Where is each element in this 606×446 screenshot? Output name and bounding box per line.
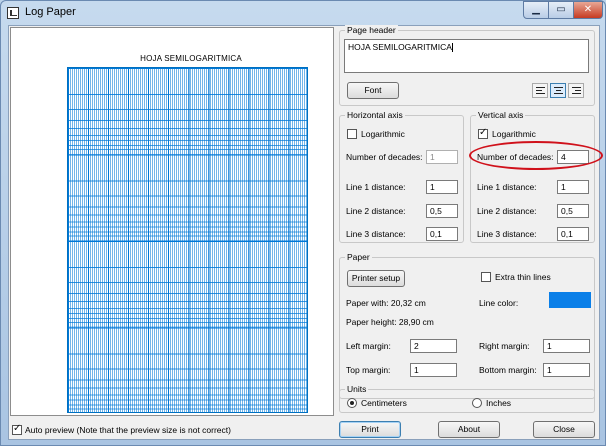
about-button[interactable]: About <box>438 421 500 438</box>
inches-radio[interactable] <box>472 398 482 408</box>
horizontal-axis-group: Horizontal axis Logarithmic Number of de… <box>339 110 464 243</box>
align-left-button[interactable] <box>532 83 548 98</box>
align-center-button[interactable] <box>550 83 566 98</box>
minimize-button[interactable]: ▁ <box>523 1 549 19</box>
auto-preview-checkbox[interactable] <box>12 423 22 435</box>
top-margin-input[interactable]: 1 <box>410 363 457 377</box>
vertical-line1-label: Line 1 distance: <box>477 182 537 192</box>
centimeters-label: Centimeters <box>361 398 407 408</box>
horizontal-line3-input[interactable]: 0,1 <box>426 227 458 241</box>
paper-height-text: Paper height: 28,90 cm <box>346 317 434 327</box>
vertical-logarithmic-label: Logarithmic <box>492 129 536 139</box>
page-header-group: Page header HOJA SEMILOGARITMICA Font <box>339 25 595 106</box>
page-header-group-title: Page header <box>345 25 398 35</box>
horizontal-decades-input[interactable]: 1 <box>426 150 458 164</box>
horizontal-line1-input[interactable]: 1 <box>426 180 458 194</box>
top-margin-label: Top margin: <box>346 365 391 375</box>
right-margin-input[interactable]: 1 <box>543 339 590 353</box>
app-icon <box>7 7 19 19</box>
horizontal-line3-label: Line 3 distance: <box>346 229 406 239</box>
horizontal-line1-label: Line 1 distance: <box>346 182 406 192</box>
units-group-title: Units <box>345 384 369 394</box>
vertical-line1-input[interactable]: 1 <box>557 180 589 194</box>
right-margin-label: Right margin: <box>479 341 530 351</box>
font-button[interactable]: Font <box>347 82 399 99</box>
horizontal-decades-label: Number of decades: <box>346 152 423 162</box>
vertical-line2-input[interactable]: 0,5 <box>557 204 589 218</box>
line-color-swatch[interactable] <box>549 292 591 308</box>
extra-thin-lines-checkbox[interactable] <box>481 272 491 282</box>
vertical-line2-label: Line 2 distance: <box>477 206 537 216</box>
vertical-line3-label: Line 3 distance: <box>477 229 537 239</box>
text-caret <box>451 43 453 53</box>
paper-group: Paper Printer setup Extra thin lines Pap… <box>339 252 595 399</box>
left-margin-input[interactable]: 2 <box>410 339 457 353</box>
bottom-margin-input[interactable]: 1 <box>543 363 590 377</box>
horizontal-logarithmic-label: Logarithmic <box>361 129 405 139</box>
bottom-margin-label: Bottom margin: <box>479 365 537 375</box>
vertical-axis-group: Vertical axis Logarithmic Number of deca… <box>470 110 595 243</box>
vertical-logarithmic-checkbox[interactable] <box>478 127 488 139</box>
log-paper-window: Log Paper ▁ ▭ ✕ HOJA SEMILOGARITMICA Aut… <box>0 0 606 446</box>
paper-width-text: Paper with: 20,32 cm <box>346 298 426 308</box>
dialog-client-area: HOJA SEMILOGARITMICA Auto preview (Note … <box>8 25 603 440</box>
vertical-decades-label: Number of decades: <box>477 152 554 162</box>
extra-thin-lines-label: Extra thin lines <box>495 272 551 282</box>
horizontal-line2-input[interactable]: 0,5 <box>426 204 458 218</box>
left-margin-label: Left margin: <box>346 341 391 351</box>
inches-label: Inches <box>486 398 512 408</box>
horizontal-axis-group-title: Horizontal axis <box>345 110 405 120</box>
maximize-button[interactable]: ▭ <box>548 1 574 19</box>
log-paper-grid <box>67 67 308 413</box>
title-bar[interactable]: Log Paper ▁ ▭ ✕ <box>1 1 605 25</box>
line-color-label: Line color: <box>479 298 519 308</box>
print-button[interactable]: Print <box>339 421 401 438</box>
window-title: Log Paper <box>25 6 76 18</box>
preview-pane: HOJA SEMILOGARITMICA <box>10 27 334 416</box>
page-header-text[interactable]: HOJA SEMILOGARITMICA <box>344 39 589 73</box>
vertical-line3-input[interactable]: 0,1 <box>557 227 589 241</box>
auto-preview-label: Auto preview (Note that the preview size… <box>25 425 231 435</box>
page-header-text-value: HOJA SEMILOGARITMICA <box>348 42 452 52</box>
preview-title: HOJA SEMILOGARITMICA <box>140 54 242 63</box>
printer-setup-button[interactable]: Printer setup <box>347 270 405 287</box>
close-button[interactable]: Close <box>533 421 595 438</box>
centimeters-radio[interactable] <box>347 398 357 408</box>
window-close-button[interactable]: ✕ <box>573 1 603 19</box>
vertical-axis-group-title: Vertical axis <box>476 110 526 120</box>
units-group: Units Centimeters Inches <box>339 384 595 413</box>
vertical-decades-input[interactable]: 4 <box>557 150 589 164</box>
horizontal-logarithmic-checkbox[interactable] <box>347 129 357 139</box>
align-right-button[interactable] <box>568 83 584 98</box>
paper-group-title: Paper <box>345 252 372 262</box>
horizontal-line2-label: Line 2 distance: <box>346 206 406 216</box>
